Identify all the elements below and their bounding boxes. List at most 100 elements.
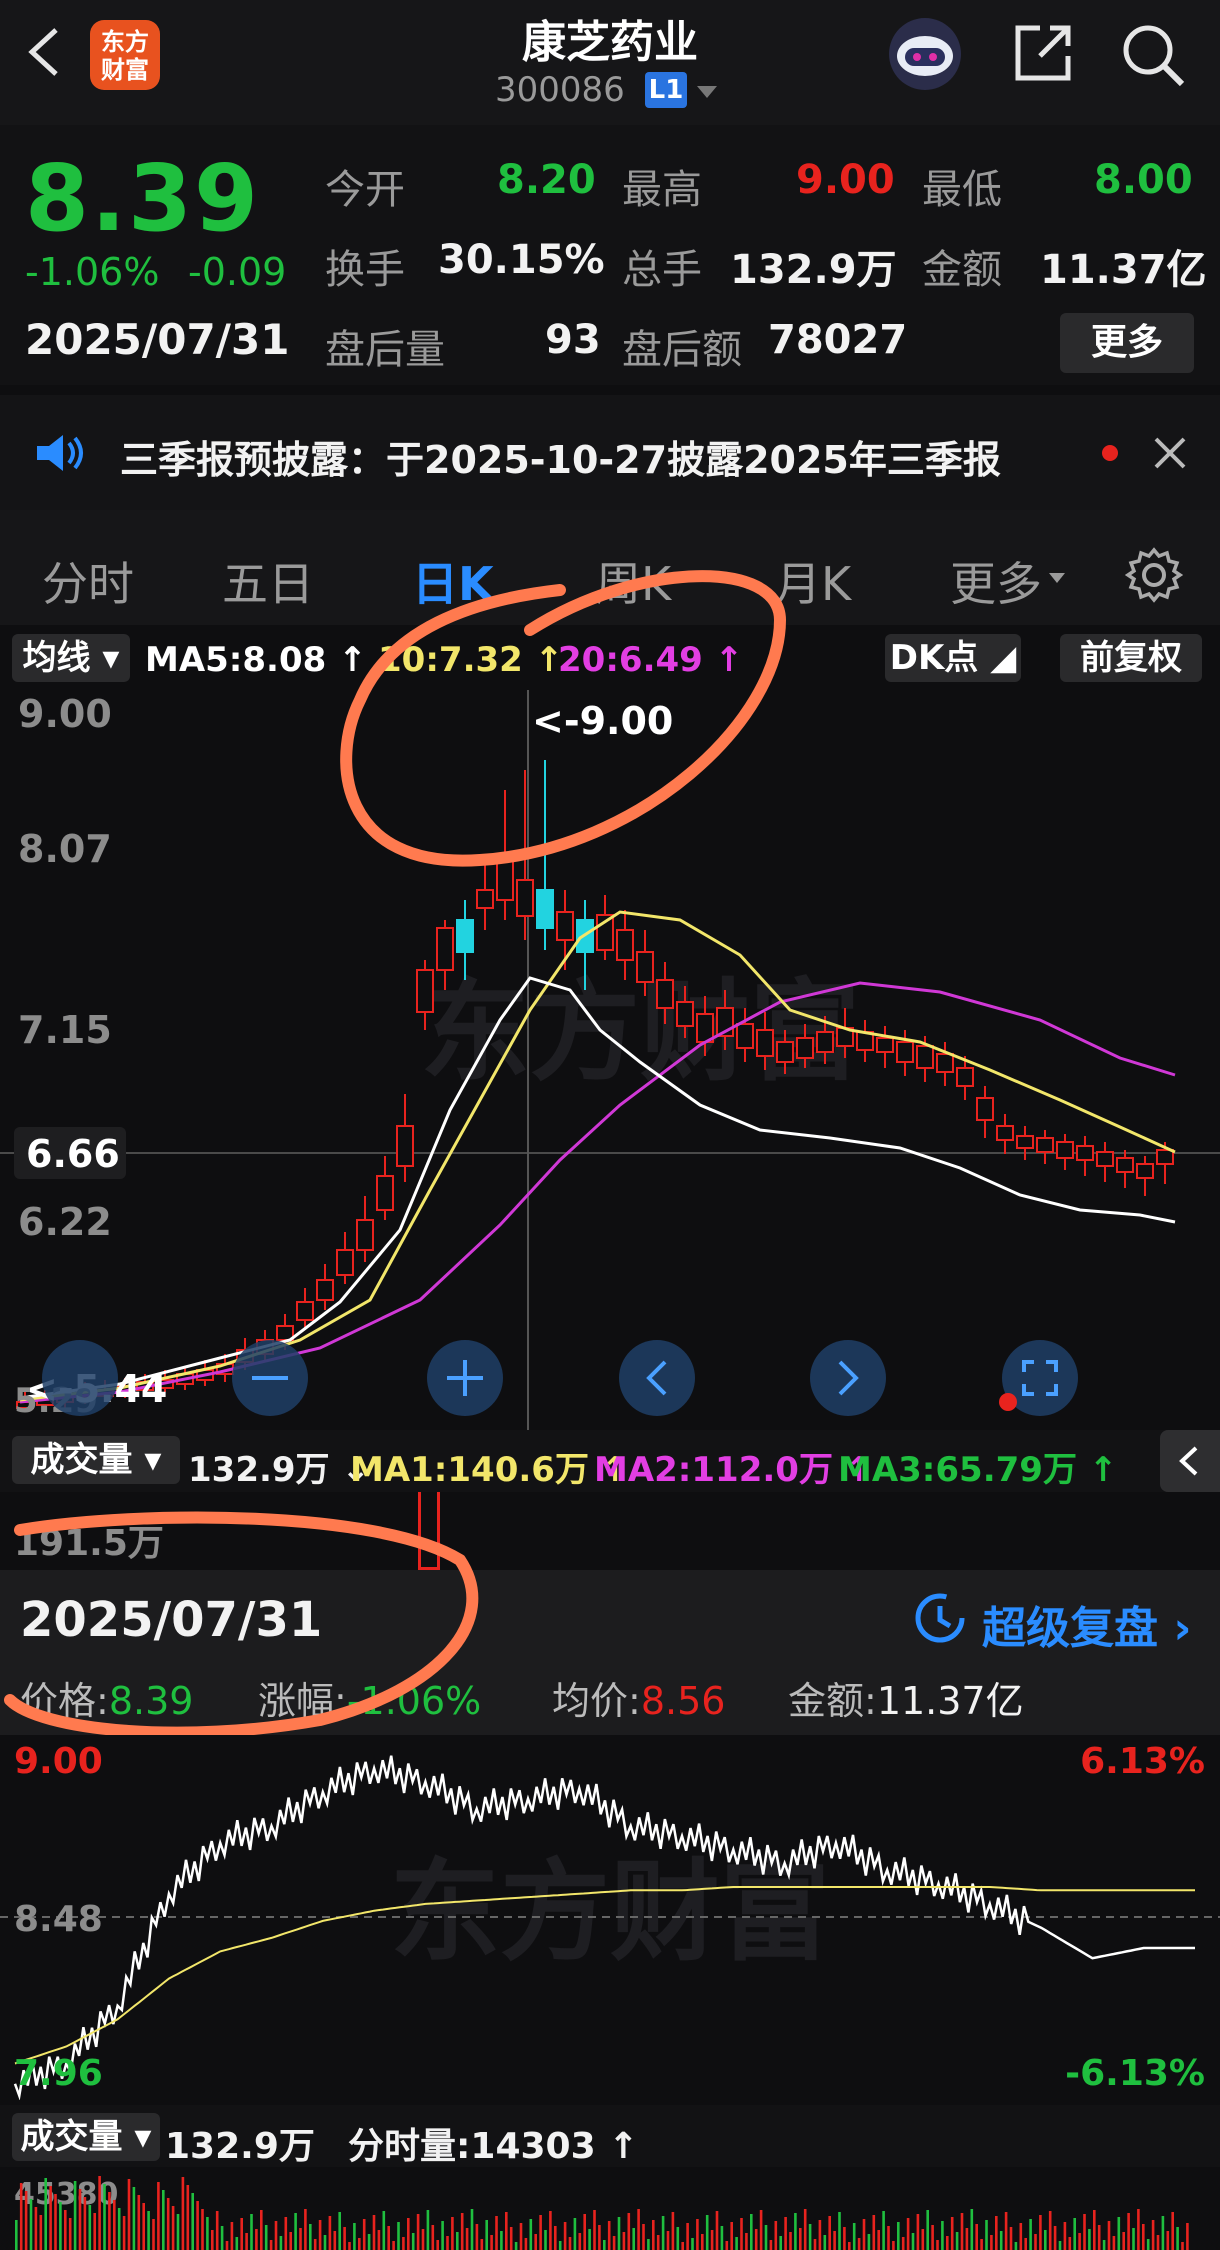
tab-intraday[interactable]: 分时 <box>42 548 134 614</box>
volume-axis-label: 191.5万 <box>14 1523 164 1564</box>
intraday-volume-bar-item <box>563 2222 567 2250</box>
intraday-volume-bar-item <box>990 2235 993 2250</box>
intraday-volume-bar-item <box>1068 2237 1072 2250</box>
candle-up <box>1156 1149 1174 1165</box>
intraday-volume-bar-item <box>509 2227 513 2250</box>
kline-chart[interactable]: 东方财富 9.00 8.07 7.15 6.66 6.22 <-9.00 5.2… <box>0 690 1220 1430</box>
intraday-volume-bar-item <box>838 2212 841 2250</box>
intraday-volume-bar-item <box>1053 2226 1057 2250</box>
intraday-volume-bar-item <box>995 2216 998 2250</box>
intraday-volume-bar-item <box>612 2236 616 2250</box>
intraday-volume-bar-item <box>823 2235 827 2250</box>
share-icon[interactable] <box>1010 20 1076 86</box>
candle-up <box>616 929 634 961</box>
intraday-volume-bar-item <box>279 2236 283 2250</box>
intraday-volume-bar-item <box>470 2209 474 2250</box>
intraday-volume-bar-item <box>431 2225 435 2250</box>
unread-dot <box>1102 445 1118 461</box>
intraday-volume-bar-item <box>848 2242 851 2250</box>
intraday-volume-bar-item <box>117 2208 121 2250</box>
tab-daily-k[interactable]: 日K <box>412 548 494 614</box>
robot-icon[interactable] <box>885 14 965 94</box>
intraday-chart[interactable]: 东方财富 9.00 8.48 7.96 6.13% -6.13% <box>0 1735 1220 2100</box>
tab-weekly-k[interactable]: 周K <box>595 548 671 614</box>
zoom-out-button[interactable] <box>232 1340 308 1416</box>
side-panel-toggle[interactable] <box>1160 1430 1220 1492</box>
intraday-volume-bar-item <box>637 2209 640 2250</box>
volume-ma1: MA1:140.6万 ↑ <box>350 1450 630 1490</box>
candle-up <box>336 1249 354 1276</box>
more-quote-button[interactable]: 更多 <box>1060 313 1194 373</box>
notice-bar[interactable]: 三季报预披露：于2025-10-27披露2025年三季报 <box>0 395 1220 510</box>
intraday-volume-bar-item <box>686 2223 689 2250</box>
intraday-volume-bar-item <box>936 2240 939 2250</box>
intraday-volume-bar-item <box>985 2220 988 2250</box>
intraday-volume-bar-item <box>284 2217 288 2250</box>
intraday-volume-bar-item <box>696 2219 699 2250</box>
intraday-volume-bar-item <box>867 2234 871 2250</box>
intraday-volume-bar-item <box>289 2232 292 2250</box>
level-badge[interactable]: L1 <box>645 72 687 108</box>
search-icon[interactable] <box>1118 20 1188 90</box>
candle-up <box>796 1037 814 1059</box>
intraday-volume-bar-item <box>607 2221 611 2250</box>
zoom-in-button[interactable] <box>427 1340 503 1416</box>
intraday-volume-bar-item <box>759 2210 763 2250</box>
candle-up <box>756 1029 774 1057</box>
tab-five-day[interactable]: 五日 <box>222 548 314 614</box>
intraday-volume-bar-item <box>730 2222 733 2250</box>
intraday-volume-bar-item <box>313 2239 317 2250</box>
left-nav-button[interactable] <box>42 1340 118 1416</box>
intraday-volume-bar-item <box>505 2212 508 2250</box>
intraday-volume-selector[interactable]: 成交量 ▾ <box>12 2113 160 2161</box>
intraday-volume-bar-item <box>485 2220 488 2250</box>
intraday-volume-bar-item <box>73 2181 77 2250</box>
intraday-volume-bar-item <box>769 2240 773 2250</box>
chevron-down-icon[interactable] <box>695 84 719 100</box>
super-replay-link[interactable]: 超级复盘 › <box>982 1592 1191 1656</box>
amount-label: 金额 <box>922 247 1002 293</box>
low-label: 最低 <box>922 167 1002 213</box>
ma-selector[interactable]: 均线 ▾ <box>12 634 130 682</box>
intraday-volume-bar-item <box>456 2232 459 2250</box>
prev-candle-button[interactable] <box>619 1340 695 1416</box>
intraday-volume-bar-item <box>49 2186 52 2250</box>
intraday-volume-bar-item <box>132 2187 136 2250</box>
intraday-volume-bar-item <box>245 2233 248 2250</box>
tab-more[interactable]: 更多 <box>950 548 1042 614</box>
detail-amount: 金额:11.37亿 <box>788 1679 1024 1723</box>
intraday-volume-bar-item <box>539 2215 542 2250</box>
after-volume-value: 93 <box>545 317 601 363</box>
quote-panel: 8.39 -1.06% -0.09 2025/07/31 今开 8.20 最高 … <box>0 125 1220 385</box>
tab-monthly-k[interactable]: 月K <box>775 548 851 614</box>
intraday-volume-bar: 成交量 ▾ 132.9万 分时量:14303 ↑ <box>0 2105 1220 2167</box>
volume-selector[interactable]: 成交量 ▾ <box>12 1436 180 1484</box>
intraday-volume-bar-item <box>975 2224 978 2250</box>
notice-text[interactable]: 三季报预披露：于2025-10-27披露2025年三季报 <box>120 429 1001 484</box>
candle-up <box>1056 1141 1074 1159</box>
volume-value: 132.9万 ↓ <box>188 1450 370 1490</box>
intraday-volume-bar-item <box>877 2230 880 2250</box>
intraday-volume-bar-item <box>451 2217 454 2250</box>
candle-up <box>636 951 654 983</box>
dk-point-button[interactable]: DK点 ◢ <box>885 634 1021 682</box>
kline-watermark: 东方财富 <box>420 968 860 1096</box>
candle-up <box>916 1045 934 1069</box>
ma20-value: 20:6.49 ↑ <box>558 640 744 680</box>
intraday-volume-bar-item <box>372 2215 376 2250</box>
close-icon[interactable] <box>1152 435 1188 471</box>
intraday-volume-bar-item <box>524 2238 528 2250</box>
intraday-volume-bar-item <box>784 2217 787 2250</box>
intraday-volume-bar-item <box>387 2226 390 2250</box>
intraday-volume-bar-item <box>1024 2238 1027 2250</box>
intraday-volume-bar-item <box>534 2234 537 2250</box>
adjust-button[interactable]: 前复权 <box>1060 634 1202 682</box>
history-icon[interactable] <box>912 1590 968 1646</box>
high-marker: <-9.00 <box>532 699 673 743</box>
gear-icon[interactable] <box>1125 546 1183 604</box>
intraday-volume-bar-item <box>691 2238 694 2250</box>
next-candle-button[interactable] <box>810 1340 886 1416</box>
intraday-volume-bar-item <box>799 2228 802 2250</box>
intraday-volume-bar-item <box>573 2218 577 2250</box>
intraday-volume-bar-item <box>1009 2227 1013 2250</box>
